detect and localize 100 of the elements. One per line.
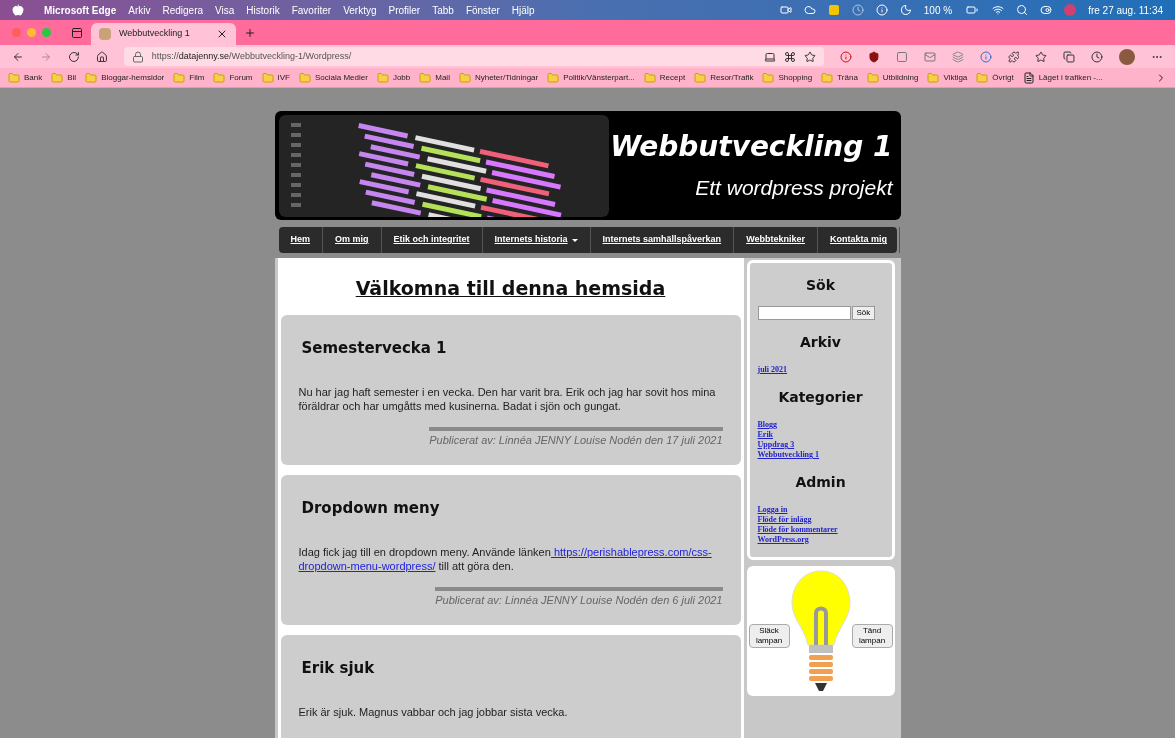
sidebar-link[interactable]: Flöde för kommentarer [757, 525, 838, 535]
shield-icon[interactable] [867, 50, 880, 63]
bookmark[interactable]: Bank [8, 71, 43, 84]
address-field[interactable]: https://datajenny.se/Webbutveckling-1/Wordpress/ [123, 47, 824, 66]
lock-icon [131, 50, 144, 63]
bookmark[interactable]: IVF [261, 71, 290, 84]
clock-icon[interactable] [851, 4, 864, 16]
search-button[interactable]: Sök [851, 306, 876, 320]
menu-item[interactable]: Verktyg [343, 2, 377, 18]
search-input[interactable] [757, 306, 851, 320]
back-icon[interactable] [12, 50, 24, 63]
welcome-heading: Välkomna till denna hemsida [354, 276, 667, 301]
search-icon[interactable] [1016, 4, 1029, 16]
menu-item[interactable]: Hjälp [511, 2, 535, 18]
bookmark[interactable]: Utbildning [866, 71, 919, 84]
bookmark[interactable]: Mail [419, 71, 450, 84]
menu-item[interactable]: Tabb [432, 2, 454, 18]
folder-icon [821, 71, 834, 84]
bookmark[interactable]: Recept [643, 71, 686, 84]
wifi-icon[interactable] [992, 4, 1005, 16]
post-title: Semestervecka 1 [301, 337, 448, 359]
sidebar-link[interactable]: Erik [757, 430, 774, 440]
sidebar-heading: Kategorier [777, 388, 864, 407]
sidebar-heading: Arkiv [799, 333, 842, 352]
sidebar-link[interactable]: Logga in [757, 505, 788, 515]
home-icon[interactable] [95, 50, 108, 63]
post-byline: Publicerat av: Linnéa JENNY Louise Nodén den 6 juli 2021 [435, 587, 723, 609]
menu-item[interactable]: Redigera [162, 2, 204, 18]
nav-link[interactable]: Webbtekniker [734, 227, 818, 253]
sidebar-link[interactable]: Uppdrag 3 [757, 440, 795, 450]
collections-icon[interactable] [1063, 50, 1076, 63]
camera-icon[interactable] [779, 4, 792, 16]
menu-item[interactable]: Profiler [388, 2, 421, 18]
sidebar-link[interactable]: WordPress.org [757, 535, 809, 545]
bookmark[interactable]: Forum [213, 71, 253, 84]
menu-item[interactable]: Fönster [465, 2, 500, 18]
sidebar-link[interactable]: Blogg [757, 420, 778, 430]
menu-item[interactable]: Historik [246, 2, 280, 18]
nav-link[interactable]: Internets samhällspåverkan [590, 227, 735, 253]
reload-icon[interactable] [67, 50, 80, 63]
nav-link[interactable]: Internets historia [482, 227, 591, 253]
battery-icon[interactable] [964, 4, 981, 16]
post-text: Idag fick jag till en dropdown meny. Använde länken https://perishablepress.com/css- dropdown-menu-wordpress/ till att göra den. [298, 545, 713, 573]
folder-icon [458, 71, 471, 84]
bookmark[interactable]: Resor/Trafik [694, 71, 754, 84]
close-icon[interactable] [216, 28, 228, 40]
sidebar-link[interactable]: Webbutveckling 1 [757, 450, 820, 460]
menu-item[interactable]: Arkiv [128, 2, 151, 18]
sidebar-heading: Admin [794, 473, 847, 492]
post-link[interactable]: https://perishablepress.com/css- [550, 546, 712, 558]
bookmark[interactable]: Bil [51, 71, 77, 84]
folder-icon [8, 71, 20, 84]
bookmark[interactable]: Film [173, 71, 205, 84]
clock: fre 27 aug. 11:34 [1088, 3, 1163, 18]
bookmark[interactable]: Sociala Medier [298, 71, 368, 84]
lamp-on-button[interactable]: Tänd lampan [851, 624, 893, 648]
folder-icon [376, 71, 389, 84]
history-icon[interactable] [1091, 50, 1104, 63]
menu-item[interactable]: Visa [215, 2, 235, 18]
layers-icon[interactable] [951, 50, 964, 63]
tab-title: Webbutveckling 1 [119, 27, 191, 41]
bookmark[interactable]: Bloggar-hemsidor [85, 71, 165, 84]
sidebar-link[interactable]: juli 2021 [757, 365, 788, 375]
cloud-icon[interactable] [803, 4, 816, 16]
post-link[interactable]: dropdown-menu-wordpress/ [298, 560, 436, 572]
menu-item[interactable]: Favoriter [291, 2, 332, 18]
bookmark[interactable]: Nyheter/Tidningar [458, 71, 539, 84]
page-icon [1022, 71, 1035, 84]
bookmark[interactable]: Viktiga [927, 71, 968, 84]
moon-icon[interactable] [899, 4, 912, 16]
command-icon[interactable] [784, 50, 796, 63]
bookmark[interactable]: Jobb [376, 71, 411, 84]
app-name[interactable]: Microsoft Edge [44, 2, 117, 18]
nav-link[interactable]: Hem [278, 227, 323, 253]
favorites-icon[interactable] [1035, 50, 1048, 63]
bookmark[interactable]: Shopping [762, 71, 813, 84]
lamp-off-button[interactable]: Släck lampan [748, 624, 790, 648]
bookmark[interactable]: Övrigt [976, 71, 1014, 84]
device-icon[interactable] [764, 50, 776, 63]
nav-link[interactable]: Om mig [323, 227, 382, 253]
site-tagline: Ett wordpress projekt [695, 177, 893, 198]
apple-icon[interactable] [12, 4, 24, 16]
browser-tab[interactable]: Webbutveckling 1 [91, 23, 236, 45]
post-text: Erik är sjuk. Magnus vabbar och jag jobbar sista vecka. [298, 705, 569, 719]
folder-icon [643, 71, 656, 84]
nav-link[interactable]: Etik och integritet [381, 227, 483, 253]
folder-icon [261, 71, 274, 84]
post-byline: Publicerat av: Linnéa JENNY Louise Nodén den 17 juli 2021 [429, 427, 723, 449]
nav-link[interactable]: Kontakta mig [818, 227, 900, 253]
tab-panel-icon[interactable] [71, 26, 83, 39]
sidebar-link[interactable]: Flöde för inlägg [757, 515, 812, 525]
avatar[interactable] [1119, 48, 1136, 65]
bookmark[interactable]: Träna [821, 71, 858, 84]
new-tab-icon[interactable] [244, 26, 256, 39]
favorite-icon[interactable] [804, 50, 816, 63]
mail-icon[interactable] [923, 50, 936, 63]
info-icon[interactable] [979, 50, 992, 63]
bookmark[interactable]: Läget i trafiken -... [1022, 71, 1103, 84]
bookmark[interactable]: Politik/Vänsterpart... [547, 71, 635, 84]
puzzle-icon[interactable] [1007, 50, 1020, 63]
